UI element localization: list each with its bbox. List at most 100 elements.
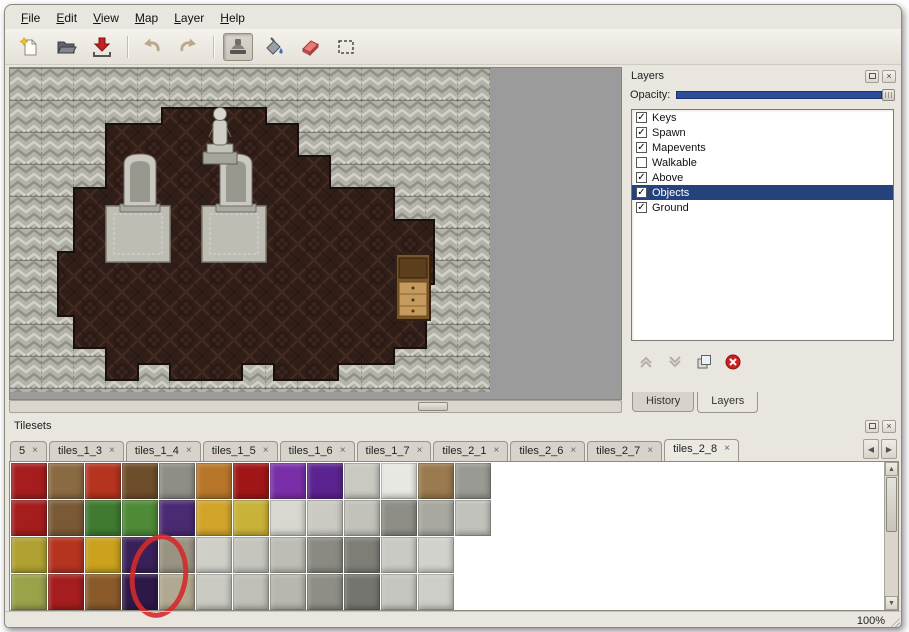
duplicate-layer-button[interactable]: [694, 352, 714, 372]
tileset-tile[interactable]: [85, 500, 121, 536]
tileset-tile[interactable]: [455, 574, 491, 610]
menu-edit[interactable]: Edit: [48, 9, 85, 27]
tileset-tab-tiles_1_6[interactable]: tiles_1_6×: [280, 441, 355, 461]
tab-close-icon[interactable]: ×: [647, 446, 653, 456]
tileset-tab-5[interactable]: 5×: [10, 441, 47, 461]
close-panel-button[interactable]: ×: [882, 420, 896, 433]
tileset-tab-tiles_2_8[interactable]: tiles_2_8×: [664, 439, 739, 461]
layer-visibility-checkbox[interactable]: ✓: [636, 142, 647, 153]
close-panel-button[interactable]: ×: [882, 70, 896, 83]
tileset-tab-tiles_1_7[interactable]: tiles_1_7×: [357, 441, 432, 461]
scroll-up-icon[interactable]: ▲: [885, 462, 898, 476]
tileset-tab-tiles_1_3[interactable]: tiles_1_3×: [49, 441, 124, 461]
tileset-tile[interactable]: [381, 500, 417, 536]
tileset-tile[interactable]: [233, 463, 269, 499]
undo-button[interactable]: [137, 33, 167, 61]
tileset-tile[interactable]: [196, 537, 232, 573]
dock-tab-history[interactable]: History: [632, 392, 694, 412]
tileset-tile[interactable]: [307, 500, 343, 536]
tileset-tile[interactable]: [381, 574, 417, 610]
tileset-tile[interactable]: [48, 500, 84, 536]
tab-close-icon[interactable]: ×: [340, 446, 346, 456]
tab-close-icon[interactable]: ×: [724, 444, 730, 454]
layer-row-ground[interactable]: ✓Ground: [632, 200, 893, 215]
tileset-tile[interactable]: [455, 537, 491, 573]
resize-grip[interactable]: [887, 615, 900, 628]
tileset-tile[interactable]: [270, 537, 306, 573]
tileset-tile[interactable]: [159, 500, 195, 536]
tab-close-icon[interactable]: ×: [263, 446, 269, 456]
tileset-tile[interactable]: [344, 463, 380, 499]
tileset-tile[interactable]: [233, 574, 269, 610]
tileset-tile[interactable]: [11, 463, 47, 499]
tileset-tile[interactable]: [492, 537, 528, 573]
tileset-tile[interactable]: [122, 537, 158, 573]
tileset-tile[interactable]: [233, 500, 269, 536]
layer-visibility-checkbox[interactable]: ✓: [636, 187, 647, 198]
menu-view[interactable]: View: [85, 9, 127, 27]
layer-visibility-checkbox[interactable]: ✓: [636, 202, 647, 213]
dock-tab-layers[interactable]: Layers: [697, 392, 758, 413]
tab-close-icon[interactable]: ×: [186, 446, 192, 456]
tab-close-icon[interactable]: ×: [493, 446, 499, 456]
tab-close-icon[interactable]: ×: [32, 446, 38, 456]
tileset-tab-tiles_1_4[interactable]: tiles_1_4×: [126, 441, 201, 461]
tileset-tab-tiles_2_1[interactable]: tiles_2_1×: [433, 441, 508, 461]
layer-visibility-checkbox[interactable]: [636, 157, 647, 168]
layer-row-above[interactable]: ✓Above: [632, 170, 893, 185]
tileset-tile[interactable]: [492, 574, 528, 610]
tileset-tile[interactable]: [270, 574, 306, 610]
menu-file[interactable]: File: [13, 9, 48, 27]
tileset-tile[interactable]: [270, 500, 306, 536]
layer-visibility-checkbox[interactable]: ✓: [636, 172, 647, 183]
tileset-tile[interactable]: [307, 574, 343, 610]
opacity-slider-handle[interactable]: [882, 89, 895, 101]
tileset-tile[interactable]: [307, 537, 343, 573]
tileset-tab-tiles_2_6[interactable]: tiles_2_6×: [510, 441, 585, 461]
float-panel-button[interactable]: [865, 420, 879, 433]
tileset-tab-tiles_1_5[interactable]: tiles_1_5×: [203, 441, 278, 461]
menu-layer[interactable]: Layer: [166, 9, 212, 27]
float-panel-button[interactable]: [865, 70, 879, 83]
tab-close-icon[interactable]: ×: [417, 446, 423, 456]
layer-row-objects[interactable]: ✓Objects: [632, 185, 893, 200]
layer-row-mapevents[interactable]: ✓Mapevents: [632, 140, 893, 155]
save-file-button[interactable]: [87, 33, 117, 61]
tileset-tile[interactable]: [418, 574, 454, 610]
tileset-tile[interactable]: [48, 537, 84, 573]
tileset-view[interactable]: ▲ ▼: [9, 461, 899, 611]
tileset-tile[interactable]: [48, 463, 84, 499]
tileset-tile[interactable]: [196, 574, 232, 610]
tileset-tile[interactable]: [48, 574, 84, 610]
tileset-tab-tiles_2_7[interactable]: tiles_2_7×: [587, 441, 662, 461]
layer-row-keys[interactable]: ✓Keys: [632, 110, 893, 125]
tileset-tile[interactable]: [344, 574, 380, 610]
tab-close-icon[interactable]: ×: [109, 446, 115, 456]
tileset-tile[interactable]: [418, 537, 454, 573]
tileset-tile[interactable]: [492, 500, 528, 536]
tabs-scroll-left-button[interactable]: ◀: [863, 439, 879, 459]
tileset-tile[interactable]: [159, 463, 195, 499]
menu-map[interactable]: Map: [127, 9, 166, 27]
menu-help[interactable]: Help: [212, 9, 253, 27]
open-file-button[interactable]: [51, 33, 81, 61]
tileset-tile[interactable]: [196, 463, 232, 499]
tileset-tile[interactable]: [307, 463, 343, 499]
tileset-tile[interactable]: [492, 463, 528, 499]
tileset-tile[interactable]: [122, 574, 158, 610]
tabs-scroll-right-button[interactable]: ▶: [881, 439, 897, 459]
map-viewport[interactable]: [9, 67, 622, 400]
opacity-slider[interactable]: [676, 89, 895, 101]
delete-layer-button[interactable]: [723, 352, 743, 372]
tileset-tile[interactable]: [196, 500, 232, 536]
map-hscrollbar[interactable]: [9, 400, 622, 413]
tileset-tile[interactable]: [381, 537, 417, 573]
map-canvas[interactable]: [10, 68, 490, 392]
tileset-tile[interactable]: [455, 500, 491, 536]
redo-button[interactable]: [173, 33, 203, 61]
tileset-tile[interactable]: [418, 463, 454, 499]
tileset-tile[interactable]: [85, 574, 121, 610]
raise-layer-button[interactable]: [636, 352, 656, 372]
tileset-tile[interactable]: [344, 500, 380, 536]
tileset-tile[interactable]: [270, 463, 306, 499]
